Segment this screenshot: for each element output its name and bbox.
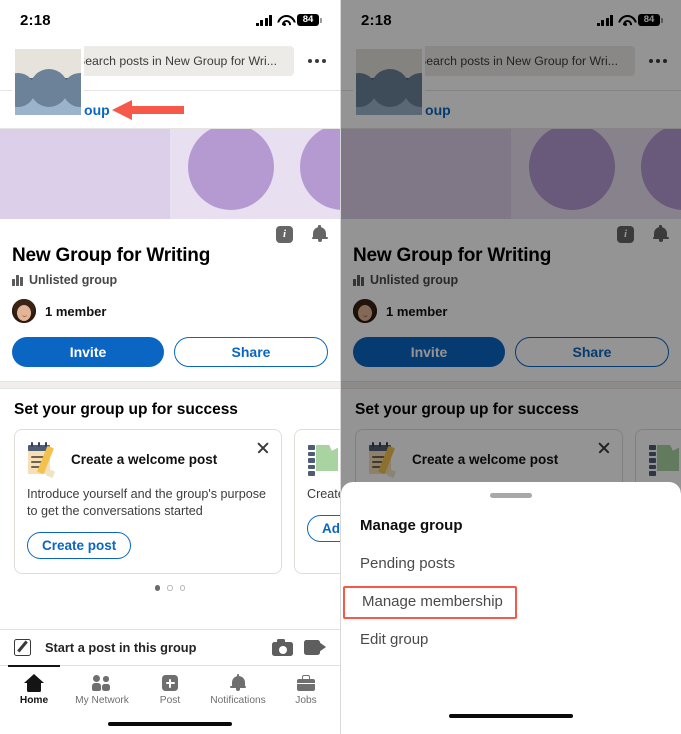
nav-item-my-network[interactable]: My Network [68, 666, 136, 714]
create-post-button[interactable]: Create post [27, 532, 132, 559]
group-type-label: Unlisted group [28, 273, 118, 287]
nav-item-notifications[interactable]: Notifications [204, 666, 272, 714]
setup-card-welcome-post[interactable]: Create a welcome post Introduce yourself… [14, 429, 282, 574]
status-bar: 2:18 84 [0, 0, 340, 40]
home-icon [24, 674, 44, 692]
nav-item-post[interactable]: Post [136, 666, 204, 714]
setup-card-create-posts[interactable]: Create posts Add [294, 429, 340, 574]
section-divider [0, 381, 340, 389]
close-icon[interactable] [255, 440, 271, 456]
nav-item-jobs[interactable]: Jobs [272, 666, 340, 714]
battery-tip [320, 17, 322, 23]
nav-label: Post [159, 695, 181, 706]
invite-button[interactable]: Invite [12, 337, 164, 367]
sheet-title: Manage group [360, 517, 463, 534]
cellular-signal-icon [255, 14, 272, 26]
carousel-pager[interactable] [0, 574, 340, 601]
sheet-item-pending-posts[interactable]: Pending posts [341, 555, 681, 572]
group-cover-photo [0, 129, 340, 219]
manage-group-bottom-sheet: Manage group Pending posts Manage member… [341, 482, 681, 734]
home-indicator [108, 721, 232, 727]
home-indicator-wrap [0, 714, 340, 734]
group-action-icons: i [276, 225, 328, 243]
card-body: Create posts [307, 487, 340, 501]
pager-dot[interactable] [179, 585, 186, 591]
sheet-item-manage-membership-wrap: Manage membership [341, 586, 681, 619]
briefcase-icon [296, 674, 316, 692]
nav-label: Home [19, 695, 49, 706]
active-tab-indicator [8, 665, 60, 668]
member-count-row[interactable]: 1 member [12, 299, 328, 323]
green-chart-icon [307, 442, 340, 476]
card-header: Create a welcome post [27, 442, 269, 479]
add-button[interactable]: Add [307, 515, 340, 542]
video-icon[interactable] [304, 640, 326, 655]
nav-label: Jobs [295, 695, 317, 706]
group-buttons: Invite Share [12, 337, 328, 381]
sheet-item-manage-membership[interactable]: Manage membership [343, 593, 681, 610]
annotation-arrow-icon [112, 100, 184, 120]
setup-section: Set your group up for success Create a w… [0, 389, 340, 601]
composer-placeholder: Start a post in this group [45, 640, 197, 655]
nav-item-home[interactable]: Home [0, 665, 68, 714]
sheet-item-edit-group[interactable]: Edit group [341, 631, 681, 648]
network-icon [92, 674, 112, 692]
memo-pencil-icon [27, 442, 61, 479]
search-input-value: Search posts in New Group for Wri... [77, 54, 278, 68]
phone-screen-after: 2:18 84 Search posts in New Group for Wr… [341, 0, 681, 734]
status-indicators: 84 [255, 14, 322, 27]
home-indicator-wrap [341, 706, 681, 726]
wifi-icon [277, 15, 292, 27]
member-count-label: 1 member [45, 303, 107, 319]
share-button[interactable]: Share [174, 337, 328, 367]
battery-icon: 84 [297, 14, 322, 26]
more-options-icon[interactable] [304, 59, 328, 63]
post-composer[interactable]: Start a post in this group [0, 629, 340, 665]
home-indicator [449, 713, 573, 719]
group-type: Unlisted group [12, 273, 328, 287]
cover-circle [300, 129, 340, 210]
nav-label: My Network [75, 695, 129, 706]
group-info: i New Group for Writing Unlisted group 1… [0, 219, 340, 381]
bell-icon [228, 674, 248, 692]
phone-screen-before: 2:18 84 Search posts in New Group for Wr… [0, 0, 340, 734]
group-people-icon [12, 274, 23, 286]
battery-level-label: 84 [297, 14, 319, 26]
compose-post-icon [14, 638, 34, 658]
setup-card-carousel[interactable]: Create a welcome post Introduce yourself… [0, 429, 340, 574]
nav-label: Notifications [210, 695, 266, 706]
cover-circle [188, 129, 274, 210]
card-header [307, 442, 340, 476]
pager-dot[interactable] [167, 585, 173, 591]
bottom-navigation: Home My Network Post Notifications Jobs [0, 665, 340, 734]
avatar [12, 299, 36, 323]
notification-bell-icon[interactable] [311, 225, 328, 243]
pager-dot[interactable] [154, 585, 161, 591]
cover-left-band [0, 129, 170, 219]
info-icon[interactable]: i [276, 225, 293, 243]
card-title: Create a welcome post [71, 451, 218, 467]
status-time: 2:18 [20, 11, 51, 29]
setup-section-title: Set your group up for success [14, 401, 238, 418]
comparison-stage: 2:18 84 Search posts in New Group for Wr… [0, 0, 681, 734]
plus-square-icon [160, 674, 180, 692]
group-avatar [12, 46, 84, 118]
camera-icon[interactable] [272, 639, 293, 656]
card-body: Introduce yourself and the group's purpo… [27, 487, 267, 518]
